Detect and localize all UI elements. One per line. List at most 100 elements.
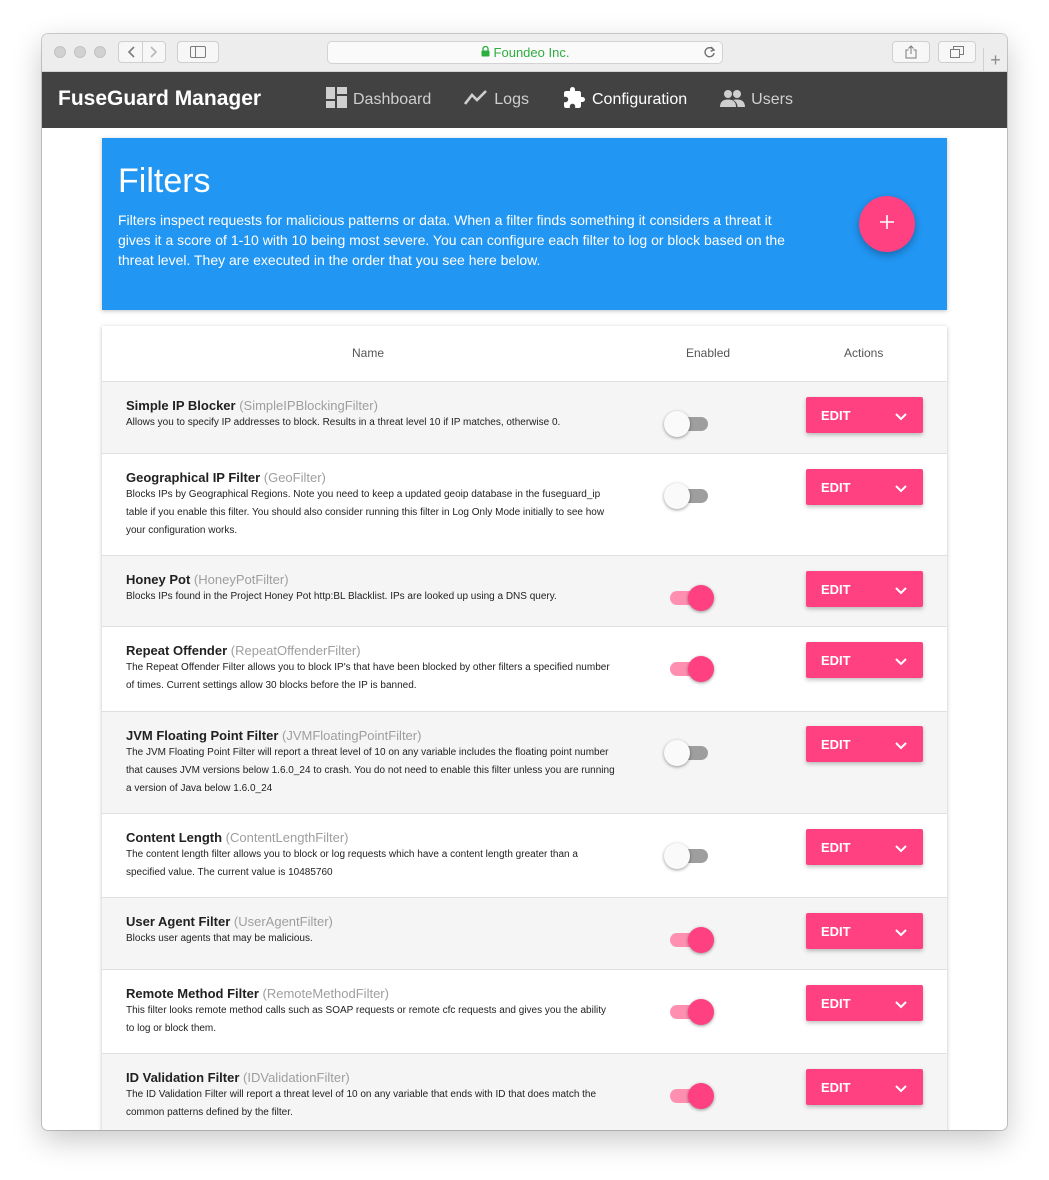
filter-description: The Repeat Offender Filter allows you to… <box>126 662 610 691</box>
filter-name-line: Remote Method Filter (RemoteMethodFilter… <box>126 986 616 1001</box>
address-text: Foundeo Inc. <box>493 45 570 60</box>
edit-filter-button[interactable]: EDIT <box>806 829 923 865</box>
chevron-down-icon[interactable] <box>895 738 907 753</box>
edit-filter-button[interactable]: EDIT <box>806 726 923 762</box>
toggle-knob <box>688 999 714 1025</box>
filter-enabled-toggle[interactable] <box>664 411 714 437</box>
filter-info: JVM Floating Point Filter (JVMFloatingPo… <box>126 728 616 798</box>
filter-class: (UserAgentFilter) <box>233 914 333 929</box>
edit-filter-button[interactable]: EDIT <box>806 985 923 1021</box>
nav-item-logs[interactable]: Logs <box>464 89 529 111</box>
filter-description: Blocks user agents that may be malicious… <box>126 933 313 944</box>
table-row: Remote Method Filter (RemoteMethodFilter… <box>102 970 947 1054</box>
nav-item-configuration[interactable]: Configuration <box>562 86 687 115</box>
back-forward-buttons <box>118 41 166 63</box>
filter-enabled-toggle[interactable] <box>664 483 714 509</box>
minimize-window-button[interactable] <box>74 46 86 58</box>
browser-window: Foundeo Inc. + FuseGuard Manager Dashboa… <box>42 34 1007 1130</box>
reload-icon[interactable] <box>703 46 716 62</box>
nav-item-users[interactable]: Users <box>720 89 793 112</box>
share-button[interactable] <box>892 41 930 63</box>
chevron-down-icon[interactable] <box>895 997 907 1012</box>
filter-name: Remote Method Filter <box>126 986 259 1001</box>
address-bar[interactable]: Foundeo Inc. <box>327 41 723 64</box>
filter-info: Remote Method Filter (RemoteMethodFilter… <box>126 986 616 1038</box>
filter-description: Blocks IPs by Geographical Regions. Note… <box>126 489 605 536</box>
filter-name: JVM Floating Point Filter <box>126 728 279 743</box>
filters-table: Name Enabled Actions Simple IP Blocker (… <box>102 326 947 1130</box>
close-window-button[interactable] <box>54 46 66 58</box>
users-icon <box>720 89 751 112</box>
edit-filter-button[interactable]: EDIT <box>806 469 923 505</box>
chevron-down-icon[interactable] <box>895 654 907 669</box>
main-nav: Dashboard Logs Configuration Users <box>326 72 826 128</box>
table-row: Repeat Offender (RepeatOffenderFilter) Th… <box>102 627 947 712</box>
filter-description: Blocks IPs found in the Project Honey Po… <box>126 591 557 602</box>
edit-label: EDIT <box>821 736 851 752</box>
back-icon[interactable] <box>122 46 142 58</box>
filter-description: Allows you to specify IP addresses to bl… <box>126 417 561 428</box>
filter-info: Simple IP Blocker (SimpleIPBlockingFilte… <box>126 398 616 432</box>
filter-info: ID Validation Filter (IDValidationFilter… <box>126 1070 616 1122</box>
edit-filter-button[interactable]: EDIT <box>806 642 923 678</box>
chevron-down-icon[interactable] <box>895 481 907 496</box>
filter-class: (RemoteMethodFilter) <box>262 986 389 1001</box>
tabs-overview-button[interactable] <box>938 41 976 63</box>
chevron-down-icon[interactable] <box>895 841 907 856</box>
app-title: FuseGuard Manager <box>58 87 262 110</box>
filter-description: The JVM Floating Point Filter will repor… <box>126 747 615 794</box>
filter-enabled-toggle[interactable] <box>664 585 714 611</box>
filter-description: This filter looks remote method calls su… <box>126 1005 607 1034</box>
share-icon <box>905 45 917 59</box>
chevron-down-icon[interactable] <box>895 925 907 940</box>
edit-label: EDIT <box>821 839 851 855</box>
column-header-actions: Actions <box>844 346 884 360</box>
filter-info: Geographical IP Filter (GeoFilter) Blocks… <box>126 470 616 540</box>
toggle-knob <box>664 483 690 509</box>
table-header: Name Enabled Actions <box>102 326 947 382</box>
chevron-down-icon[interactable] <box>895 583 907 598</box>
filter-info: User Agent Filter (UserAgentFilter) Block… <box>126 914 616 948</box>
forward-icon[interactable] <box>143 46 163 58</box>
table-row: Simple IP Blocker (SimpleIPBlockingFilte… <box>102 382 947 454</box>
edit-label: EDIT <box>821 652 851 668</box>
edit-filter-button[interactable]: EDIT <box>806 913 923 949</box>
add-filter-button[interactable] <box>859 196 915 252</box>
filter-description: The content length filter allows you to … <box>126 849 578 878</box>
filter-name: ID Validation Filter <box>126 1070 240 1085</box>
toggle-knob <box>688 1083 714 1109</box>
filter-class: (HoneyPotFilter) <box>193 572 289 587</box>
edit-filter-button[interactable]: EDIT <box>806 1069 923 1105</box>
table-row: Geographical IP Filter (GeoFilter) Blocks… <box>102 454 947 556</box>
puzzle-icon <box>562 86 592 115</box>
new-tab-button[interactable]: + <box>983 48 1007 72</box>
nav-item-dashboard[interactable]: Dashboard <box>326 87 431 113</box>
table-row: Content Length (ContentLengthFilter) The … <box>102 814 947 898</box>
chevron-down-icon[interactable] <box>895 1081 907 1096</box>
filter-name: Geographical IP Filter <box>126 470 261 485</box>
column-header-name: Name <box>352 346 385 360</box>
nav-label-logs: Logs <box>494 91 529 108</box>
filter-enabled-toggle[interactable] <box>664 656 714 682</box>
nav-label-dashboard: Dashboard <box>353 91 432 108</box>
filter-name-line: ID Validation Filter (IDValidationFilter… <box>126 1070 616 1085</box>
zoom-window-button[interactable] <box>94 46 106 58</box>
filter-enabled-toggle[interactable] <box>664 740 714 766</box>
toggle-knob <box>664 740 690 766</box>
filter-enabled-toggle[interactable] <box>664 927 714 953</box>
filter-enabled-toggle[interactable] <box>664 1083 714 1109</box>
filter-name: Repeat Offender <box>126 643 228 658</box>
sidebar-toggle-button[interactable] <box>177 41 219 63</box>
toggle-knob <box>688 656 714 682</box>
dashboard-icon <box>326 87 353 113</box>
table-row: JVM Floating Point Filter (JVMFloatingPo… <box>102 712 947 814</box>
edit-label: EDIT <box>821 1079 851 1095</box>
toggle-knob <box>664 411 690 437</box>
edit-filter-button[interactable]: EDIT <box>806 397 923 433</box>
filters-hero: Filters Filters inspect requests for mal… <box>102 138 947 310</box>
filter-enabled-toggle[interactable] <box>664 999 714 1025</box>
edit-filter-button[interactable]: EDIT <box>806 571 923 607</box>
filter-class: (ContentLengthFilter) <box>225 830 349 845</box>
chevron-down-icon[interactable] <box>895 409 907 424</box>
filter-enabled-toggle[interactable] <box>664 843 714 869</box>
